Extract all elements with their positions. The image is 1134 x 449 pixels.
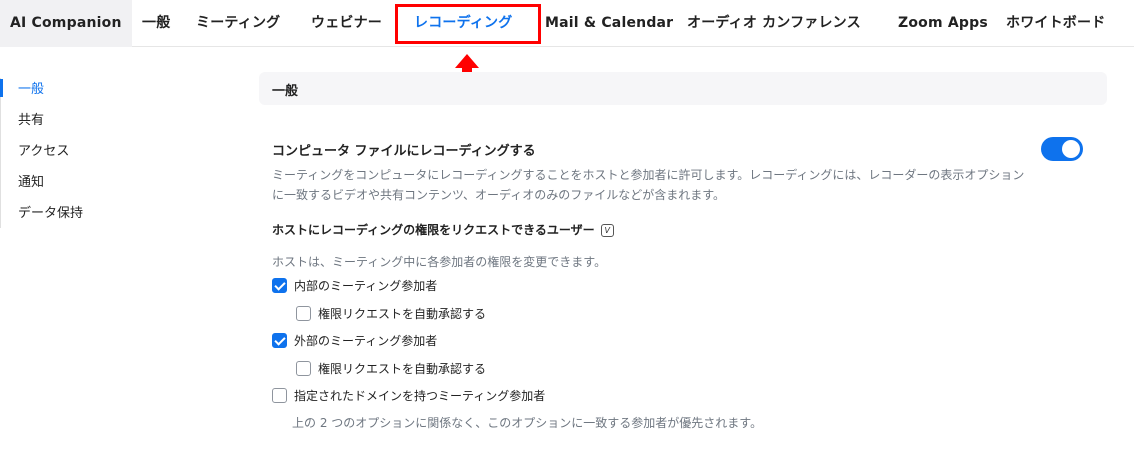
sidebar-item-label: 共有: [18, 113, 45, 128]
section-title: 一般: [272, 84, 299, 99]
sidebar-item-label: 一般: [18, 82, 45, 97]
sidebar-item-label: アクセス: [18, 144, 70, 159]
option-specified-domain-participants[interactable]: 指定されたドメインを持つミーティング参加者: [272, 386, 545, 404]
sidebar-item-notification[interactable]: 通知: [18, 171, 44, 190]
option-label: 権限リクエストを自動承認する: [318, 361, 487, 376]
checkbox-external-participants[interactable]: [272, 332, 287, 348]
sidebar-item-access[interactable]: アクセス: [18, 140, 69, 159]
toggle-knob: [1062, 140, 1080, 158]
settings-sidebar: 一般 共有 アクセス 通知 データ保持: [0, 78, 140, 228]
domain-priority-note: 上の 2 つのオプションに関係なく、このオプションに一致する参加者が優先されます…: [292, 416, 763, 430]
permission-request-title: ホストにレコーディングの権限をリクエストできるユーザー V: [272, 221, 614, 238]
section-header: 一般: [259, 72, 1107, 105]
option-label: 権限リクエストを自動承認する: [318, 306, 487, 321]
sidebar-item-sharing[interactable]: 共有: [18, 109, 44, 128]
sidebar-item-data-retention[interactable]: データ保持: [18, 202, 83, 221]
sidebar-item-label: 通知: [18, 175, 45, 190]
option-label: 内部のミーティング参加者: [294, 278, 438, 293]
recording-tab-highlight-box: [395, 4, 541, 44]
settings-tab-bar: AI Companion 一般 ミーティング ウェビナー レコーディング Mai…: [0, 0, 1134, 47]
tab-zoom-apps[interactable]: Zoom Apps: [898, 0, 988, 47]
tab-ai-companion[interactable]: AI Companion: [0, 0, 132, 47]
option-external-participants[interactable]: 外部のミーティング参加者: [272, 331, 437, 349]
tab-audio-conferencing[interactable]: オーディオ カンファレンス: [687, 0, 861, 47]
setting-description: ミーティングをコンピュータにレコーディングすることをホストと参加者に許可します。…: [272, 168, 1025, 202]
permission-request-title-text: ホストにレコーディングの権限をリクエストできるユーザー: [272, 223, 595, 237]
sidebar-active-indicator: [0, 79, 3, 97]
option-internal-participants[interactable]: 内部のミーティング参加者: [272, 276, 437, 294]
option-label: 外部のミーティング参加者: [294, 333, 438, 348]
tab-whiteboard[interactable]: ホワイトボード: [1006, 0, 1105, 47]
tab-webinar[interactable]: ウェビナー: [311, 0, 382, 47]
sidebar-item-label: データ保持: [18, 206, 84, 221]
tab-meeting[interactable]: ミーティング: [196, 0, 280, 47]
option-label: 指定されたドメインを持つミーティング参加者: [294, 388, 546, 403]
checkbox-auto-approve-external[interactable]: [296, 360, 311, 376]
tab-general[interactable]: 一般: [142, 0, 170, 47]
sidebar-item-general[interactable]: 一般: [18, 78, 44, 97]
setting-title: コンピュータ ファイルにレコーディングする: [272, 144, 536, 159]
permission-request-note: ホストは、ミーティング中に各参加者の権限を変更できます。: [272, 255, 607, 269]
checkbox-auto-approve-internal[interactable]: [296, 305, 311, 321]
checkbox-specified-domain[interactable]: [272, 387, 287, 403]
record-to-computer-toggle[interactable]: [1041, 137, 1083, 161]
checkbox-internal-participants[interactable]: [272, 277, 287, 293]
tab-mail-calendar[interactable]: Mail & Calendar: [545, 0, 673, 47]
option-auto-approve-external[interactable]: 権限リクエストを自動承認する: [296, 359, 486, 377]
version-info-icon[interactable]: V: [600, 224, 614, 237]
option-auto-approve-internal[interactable]: 権限リクエストを自動承認する: [296, 304, 486, 322]
